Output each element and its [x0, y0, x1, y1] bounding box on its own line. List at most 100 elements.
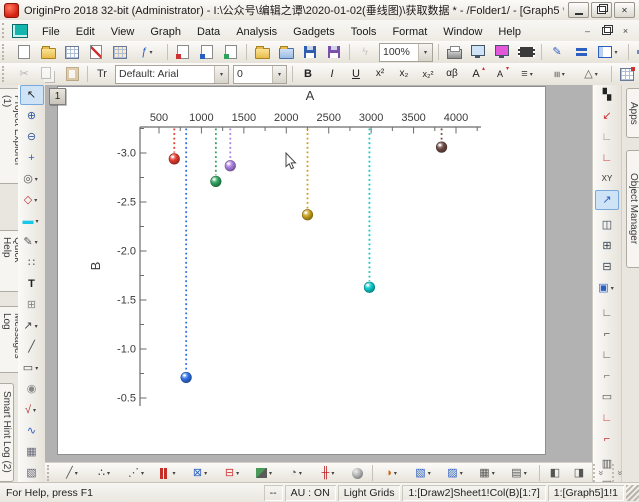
print-preview-button[interactable] [467, 42, 489, 62]
dropdown-arrow-icon[interactable]: ▾ [35, 176, 38, 183]
new-layer-no-axes-button[interactable]: ▭ [595, 387, 619, 407]
plot-3d-bar-button[interactable]: ▨▾ [441, 463, 471, 483]
dropdown-arrow-icon[interactable]: ▾ [34, 197, 37, 204]
plot-column-button[interactable]: ▾ [154, 463, 184, 483]
apply-format-button[interactable] [570, 42, 592, 62]
video-capture-button[interactable] [515, 42, 537, 62]
underline-button[interactable]: U [345, 64, 367, 84]
plot-scatter-button[interactable]: ∴▾ [90, 463, 120, 483]
menu-gadgets[interactable]: Gadgets [285, 24, 343, 40]
data-selector-tool-button[interactable]: ◇▾ [17, 190, 47, 210]
plot-polar-button[interactable]: ◔▾ [282, 463, 312, 483]
greek-button[interactable]: αβ [441, 64, 463, 84]
menu-file[interactable]: File [34, 24, 68, 40]
tab-apps[interactable]: Apps [626, 88, 639, 138]
dropdown-arrow-icon[interactable]: ▾ [204, 470, 207, 477]
tab-object-manager[interactable]: Object Manager [626, 150, 639, 268]
menu-help[interactable]: Help [490, 24, 529, 40]
dropdown-arrow-icon[interactable]: ▾ [492, 470, 495, 477]
plot-area-button[interactable]: ▾ [250, 463, 280, 483]
table-tool-button[interactable]: ▦ [20, 442, 44, 462]
dropdown-arrow-icon[interactable]: ▾ [272, 66, 286, 83]
alignment-button[interactable]: ≡▾ [513, 64, 543, 84]
zoom-in-tool-button[interactable]: ⊕ [20, 106, 44, 126]
new-layer-top-x-button[interactable]: ⌐ [595, 366, 619, 386]
plot-stock-button[interactable]: ╫▾ [314, 463, 344, 483]
new-layer-top-right-button[interactable]: ⌐ [595, 324, 619, 344]
save-window-button[interactable] [323, 42, 345, 62]
menu-view[interactable]: View [103, 24, 143, 40]
merge-cells-button[interactable]: ≡▾ [545, 64, 575, 84]
minimize-button[interactable] [568, 2, 589, 18]
dropdown-arrow-icon[interactable]: ▾ [611, 285, 614, 292]
print-button[interactable] [443, 42, 465, 62]
data-reader-tool-button[interactable]: ◎▾ [17, 169, 47, 189]
layer-grid-button[interactable]: ⊞ [595, 236, 619, 256]
screen-capture-button[interactable] [491, 42, 513, 62]
dropdown-arrow-icon[interactable]: ▾ [35, 323, 38, 330]
save-template-button[interactable] [275, 42, 297, 62]
mask-range-button[interactable]: ▚ [595, 85, 619, 105]
toolbar-overflow[interactable]: » [593, 464, 608, 482]
tab-smart-hint-log[interactable]: Smart Hint Log (2) [0, 383, 14, 482]
dropdown-arrow-icon[interactable]: ▾ [172, 470, 175, 477]
dropdown-arrow-icon[interactable]: ▾ [33, 407, 36, 414]
data-point[interactable] [302, 209, 313, 220]
dropdown-arrow-icon[interactable]: ▾ [394, 470, 397, 477]
dropdown-arrow-icon[interactable]: ▾ [428, 470, 431, 477]
dropdown-arrow-icon[interactable]: ▾ [524, 470, 527, 477]
menu-format[interactable]: Format [384, 24, 435, 40]
layer-left-y-button[interactable]: ◫ [595, 215, 619, 235]
dropdown-arrow-icon[interactable]: ▾ [614, 49, 617, 56]
dropdown-arrow-icon[interactable]: ▾ [35, 365, 38, 372]
dropdown-arrow-icon[interactable]: ▾ [460, 470, 463, 477]
rescale-axis-button[interactable]: ∟ [595, 148, 619, 168]
new-project-button[interactable] [13, 42, 35, 62]
italic-button[interactable]: I [321, 64, 343, 84]
data-point[interactable] [225, 160, 236, 171]
dropdown-arrow-icon[interactable]: ▾ [35, 218, 38, 225]
new-layer-right-y-button[interactable]: ∟ [595, 345, 619, 365]
plot-line-button[interactable]: ╱▾ [58, 463, 88, 483]
menu-data[interactable]: Data [189, 24, 228, 40]
dropdown-arrow-icon[interactable]: ▾ [269, 470, 272, 477]
new-layer-linked-bottom-button[interactable]: ∟ [595, 408, 619, 428]
color-button[interactable]: △▾ [577, 64, 607, 84]
pan-tool-button[interactable]: ◉ [20, 379, 44, 399]
dropdown-arrow-icon[interactable]: ▾ [35, 239, 38, 246]
add-graph-to-sheet-button[interactable] [616, 64, 638, 84]
reduce-page-button[interactable]: ◨ [568, 463, 590, 483]
increase-font-button[interactable]: A▴ [465, 64, 487, 84]
dropdown-arrow-icon[interactable]: ▾ [150, 49, 153, 56]
open-template-button[interactable] [251, 42, 273, 62]
restore-button[interactable] [591, 2, 612, 18]
data-point[interactable] [181, 372, 192, 383]
font-size-combo[interactable]: 0▾ [233, 65, 287, 84]
dropdown-arrow-icon[interactable]: ▾ [299, 470, 302, 477]
menu-edit[interactable]: Edit [68, 24, 103, 40]
plot-3d-scatter-button[interactable] [346, 463, 368, 483]
mask-tool-button[interactable]: ▬▾ [17, 211, 47, 231]
dropdown-arrow-icon[interactable]: ▾ [331, 470, 334, 477]
decrease-font-button[interactable]: A▾ [489, 64, 511, 84]
remove-points-button[interactable]: ∟ [595, 127, 619, 147]
dropdown-arrow-icon[interactable]: ▾ [107, 470, 110, 477]
menu-analysis[interactable]: Analysis [228, 24, 285, 40]
subsuperscript-button[interactable]: x₂² [417, 64, 439, 84]
draw-dots-tool-button[interactable]: ∷ [20, 253, 44, 273]
save-project-button[interactable] [299, 42, 321, 62]
arrow-tool-button[interactable]: ↗▾ [17, 316, 47, 336]
status-active-graph[interactable]: 1:[Graph5]1!1 [548, 485, 624, 501]
draw-data-points-button[interactable]: ↙ [595, 106, 619, 126]
annotation-tool-button[interactable]: ⊞ [20, 295, 44, 315]
plot-pie-button[interactable]: ◑▾ [377, 463, 407, 483]
plot-special-button[interactable]: ▤▾ [505, 463, 535, 483]
enlarge-page-button[interactable]: ◧ [544, 463, 566, 483]
layer-arrange-button[interactable]: ▾ [594, 42, 624, 62]
plot-line-symbol-button[interactable]: ⋰▾ [122, 463, 152, 483]
exchange-xy-button[interactable]: XY [595, 169, 619, 189]
layer-stack-button[interactable]: ⊟ [595, 257, 619, 277]
new-graph-button[interactable] [85, 42, 107, 62]
text-tool-button[interactable]: T [20, 274, 44, 294]
dropdown-arrow-icon[interactable]: ▾ [75, 470, 78, 477]
